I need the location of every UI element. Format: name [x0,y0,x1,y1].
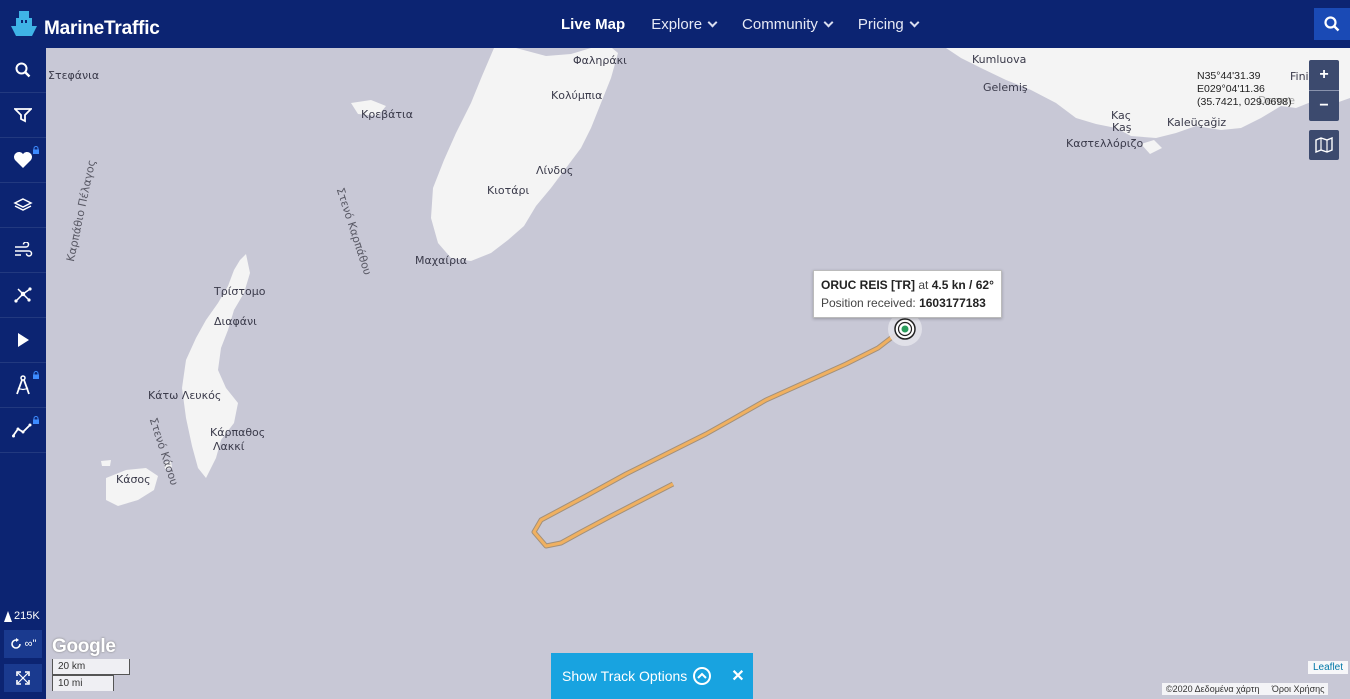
sidebar-item-search[interactable] [0,48,46,93]
close-icon[interactable]: ✕ [731,666,744,686]
map-canvas[interactable]: Στεφάνια Φαληράκι Κολύμπια Κρεβάτια Λίνδ… [46,48,1350,699]
vessel-tooltip: ORUC REIS [TR] at 4.5 kn / 62° Position … [813,270,1002,318]
search-icon [15,62,31,78]
chevron-up-icon [693,667,712,685]
map-type-button[interactable] [1309,130,1339,160]
top-search-button[interactable] [1314,8,1350,40]
nav-community[interactable]: Community [742,15,834,33]
ship-logo-icon [11,11,37,36]
position-value: 1603177183 [919,296,986,310]
network-icon [14,287,32,303]
zoom-out-button[interactable]: − [1309,91,1339,121]
tooltip-line-1: ORUC REIS [TR] at 4.5 kn / 62° [821,276,994,294]
nav-live-map-label: Live Map [561,15,626,33]
map-icon [1315,137,1333,153]
sidebar-item-favorites[interactable] [0,138,46,183]
coord-decimal: (35.7421, 029.0698) [1197,96,1292,108]
sidebar-item-measure[interactable] [0,363,46,408]
nav-pricing-label: Pricing [857,15,904,33]
layers-icon [13,198,33,211]
sidebar-item-playback[interactable] [0,318,46,363]
sidebar-item-routes[interactable] [0,273,46,318]
coord-lon: E029°04'11.36 [1197,83,1265,95]
vessel-count-value: 215K [14,610,40,622]
scale-mi: 10 mi [52,675,114,691]
play-icon [18,333,29,347]
sidebar-item-layers[interactable] [0,183,46,228]
heart-icon [14,152,32,168]
filter-icon [14,108,32,123]
fullscreen-button[interactable] [4,664,42,692]
zoom-in-button[interactable]: + [1309,60,1339,90]
left-sidebar: 215K ∞" [0,48,46,699]
top-navigation-bar: MarineTraffic Live Map Explore Community… [0,0,1350,48]
expand-icon [16,671,30,685]
refresh-icon [10,638,21,649]
vessel-speed-course: 4.5 kn / 62° [931,278,994,292]
nav-explore-label: Explore [651,15,703,33]
compass-icon [16,375,30,395]
show-track-options-button[interactable]: Show Track Options ✕ [551,653,753,699]
cursor-coordinates: N35°44'31.39 E029°04'11.36 (35.7421, 029… [1197,70,1292,109]
sidebar-item-filters[interactable] [0,93,46,138]
sidebar-item-weather[interactable] [0,228,46,273]
zoom-control: + − [1309,60,1339,121]
chevron-down-icon [909,17,920,27]
google-logo: Google [52,636,116,657]
lock-icon [33,416,39,424]
lock-icon [33,146,39,154]
track-options-label: Show Track Options [562,668,688,684]
brand-name: MarineTraffic [44,18,160,39]
vessel-track-line [532,328,905,548]
map-data-attribution: ©2020 Δεδομένα χάρτη [1166,684,1260,694]
scale-km: 20 km [52,659,130,675]
nav-explore[interactable]: Explore [651,15,718,33]
chevron-down-icon [823,17,834,27]
coord-lat: N35°44'31.39 [1197,70,1261,82]
main-nav: Live Map Explore Community Pricing [561,0,944,48]
search-icon [1324,16,1340,32]
map-attribution: ©2020 Δεδομένα χάρτη Όροι Χρήσης [1162,683,1329,695]
nav-live-map[interactable]: Live Map [561,16,625,33]
time-range-button[interactable]: ∞" [4,630,42,658]
terms-link[interactable]: Όροι Χρήσης [1272,684,1325,694]
brand-logo[interactable]: MarineTraffic [8,8,160,40]
ship-small-icon [4,610,12,622]
time-range-label: ∞" [24,638,37,650]
nav-community-label: Community [742,15,818,33]
leaflet-link[interactable]: Leaflet [1308,661,1349,674]
track-layer [531,312,922,549]
nav-pricing[interactable]: Pricing [857,15,920,33]
sidebar-item-analytics[interactable] [0,408,46,453]
scale-bar: 20 km 10 mi [52,659,130,691]
position-label: Position received: [821,296,916,310]
vessel-at: at [918,278,929,292]
tooltip-line-2: Position received: 1603177183 [821,294,994,312]
analytics-icon [12,423,32,438]
vessel-name: ORUC REIS [TR] [821,278,915,292]
vessel-count: 215K [4,610,40,622]
wind-icon [15,242,33,257]
lock-icon [33,371,39,379]
chevron-down-icon [707,17,718,27]
